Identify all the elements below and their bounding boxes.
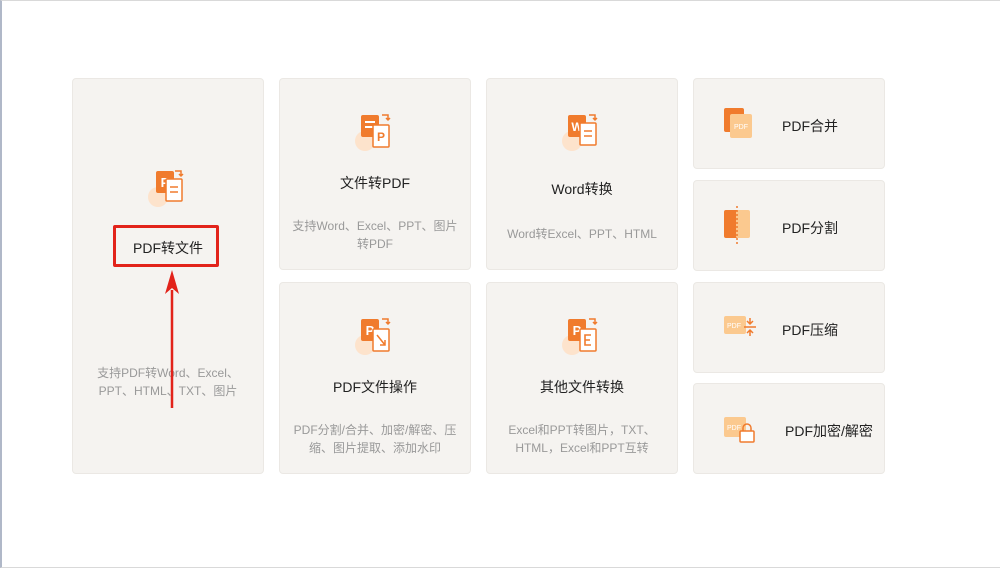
- file-to-pdf-icon: P: [355, 114, 391, 151]
- pdf-merge-icon: PDF: [724, 108, 752, 138]
- pdf-compress-icon: PDF: [724, 316, 756, 336]
- pdf-split-card[interactable]: PDF分割: [693, 180, 885, 271]
- pdf-merge-card[interactable]: PDF PDF合并: [693, 78, 885, 169]
- svg-text:P: P: [377, 130, 385, 144]
- word-convert-card[interactable]: W Word转换 Word转Excel、PPT、HTML: [486, 78, 678, 270]
- highlight-box: [113, 225, 219, 267]
- svg-text:PDF: PDF: [727, 425, 741, 432]
- pdf-split-title: PDF分割: [782, 220, 838, 236]
- pdf-operations-icon: P: [355, 318, 391, 355]
- other-convert-card[interactable]: P 其他文件转换 Excel和PPT转图片，TXT、HTML，Excel和PPT…: [486, 282, 678, 474]
- other-convert-title: 其他文件转换: [540, 379, 624, 395]
- file-to-pdf-card[interactable]: P 文件转PDF 支持Word、Excel、PPT、图片转PDF: [279, 78, 471, 270]
- word-convert-desc: Word转Excel、PPT、HTML: [507, 227, 657, 241]
- pdf-operations-card[interactable]: P PDF文件操作 PDF分割/合并、加密/解密、压缩、图片提取、添加水印: [279, 282, 471, 474]
- pdf-merge-title: PDF合并: [782, 118, 838, 134]
- pdf-compress-title: PDF压缩: [782, 322, 838, 338]
- other-convert-desc: Excel和PPT转图片，TXT、HTML，Excel和PPT互转: [508, 423, 656, 455]
- pdf-operations-desc: PDF分割/合并、加密/解密、压缩、图片提取、添加水印: [293, 423, 457, 455]
- file-to-pdf-title: 文件转PDF: [340, 175, 410, 191]
- word-convert-icon: W: [562, 114, 598, 151]
- pdf-compress-card[interactable]: PDF PDF压缩: [693, 282, 885, 373]
- pdf-to-file-icon: P: [148, 170, 184, 207]
- pdf-split-icon: [724, 206, 750, 244]
- pdf-lock-icon: PDF: [724, 417, 755, 443]
- pdf-operations-title: PDF文件操作: [333, 379, 417, 395]
- word-convert-title: Word转换: [551, 181, 613, 197]
- pdf-encrypt-title: PDF加密/解密: [785, 423, 873, 439]
- red-arrow-icon: [165, 270, 179, 408]
- svg-text:PDF: PDF: [727, 323, 741, 330]
- pdf-encrypt-card[interactable]: PDF PDF加密/解密: [693, 383, 885, 474]
- other-convert-icon: P: [562, 318, 598, 355]
- file-to-pdf-desc: 支持Word、Excel、PPT、图片转PDF: [292, 219, 458, 251]
- svg-text:PDF: PDF: [734, 124, 748, 131]
